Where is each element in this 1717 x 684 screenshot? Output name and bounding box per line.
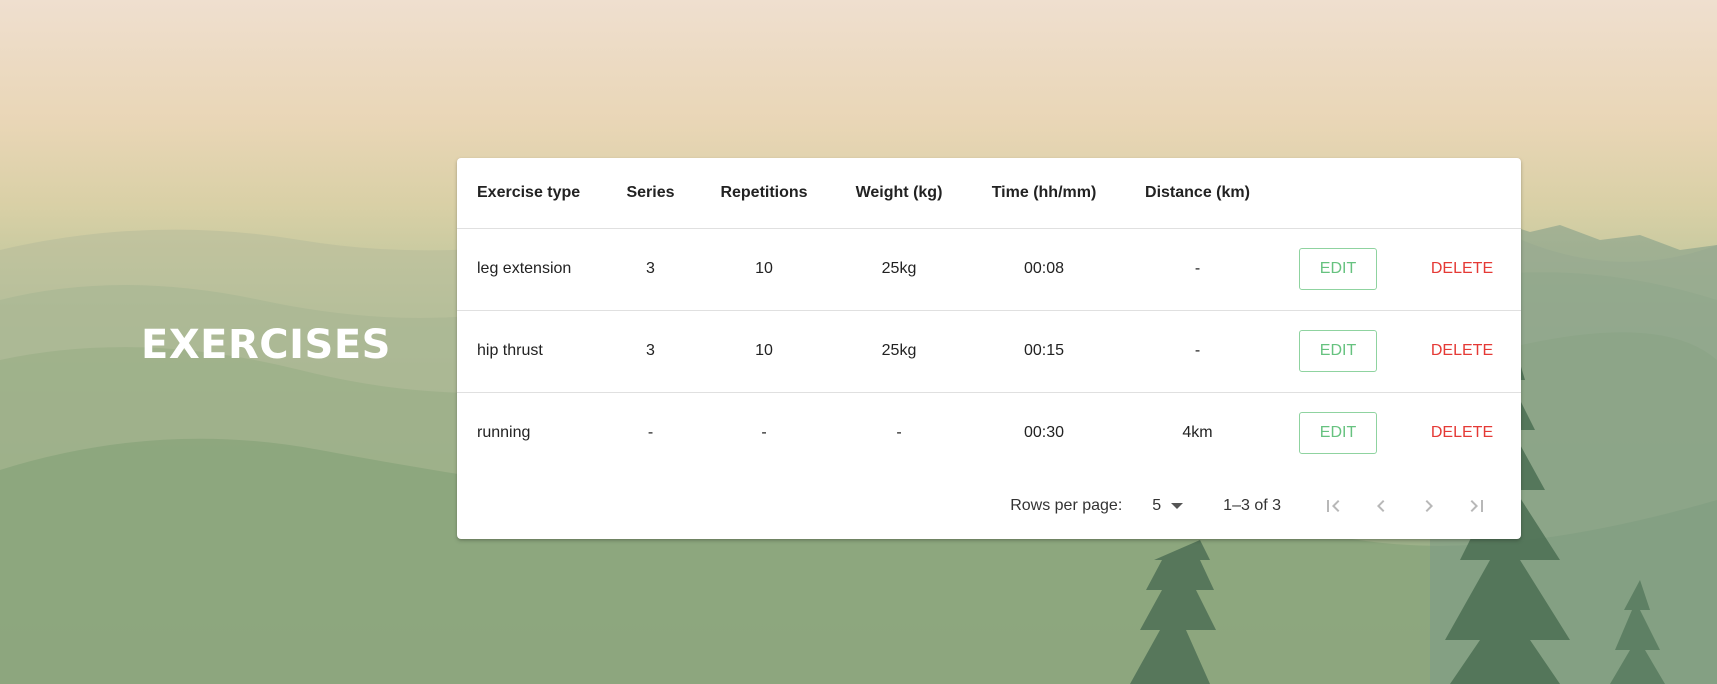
- cell-edit: EDIT: [1273, 310, 1403, 393]
- edit-button[interactable]: EDIT: [1299, 412, 1377, 455]
- last-page-icon: [1470, 500, 1483, 512]
- cell-distance: 4km: [1182, 424, 1213, 442]
- cell-delete: DELETE: [1403, 392, 1521, 474]
- cell-repetitions: 10: [696, 310, 832, 393]
- rows-per-page-select[interactable]: 5: [1152, 497, 1184, 515]
- cell-repetitions: 10: [696, 228, 832, 311]
- prev-page-icon: [1377, 500, 1385, 512]
- delete-button[interactable]: DELETE: [1422, 412, 1502, 454]
- cell-exercise-type: hip thrust: [457, 310, 605, 393]
- page-title: EXERCISES: [141, 322, 391, 368]
- cell-weight: 25kg: [832, 310, 966, 393]
- pagination-range: 1–3 of 3: [1223, 497, 1281, 514]
- cell-repetitions: -: [761, 424, 767, 442]
- cell-series: 3: [605, 228, 696, 311]
- header-time: Time (hh/mm): [966, 158, 1122, 229]
- next-page-icon: [1425, 500, 1433, 512]
- header-exercise-type: Exercise type: [457, 158, 605, 229]
- header-distance: Distance (km): [1122, 158, 1273, 229]
- first-page-button[interactable]: [1309, 482, 1357, 530]
- last-page-button[interactable]: [1453, 482, 1501, 530]
- dropdown-caret-icon: [1171, 503, 1184, 509]
- exercises-table: Exercise type Series Repetitions Weight …: [457, 158, 1521, 474]
- header-edit-column: [1273, 158, 1403, 229]
- table-row: hip thrust 3 10 25kg 00:15 - EDIT DELETE: [457, 310, 1521, 393]
- cell-distance: -: [1122, 228, 1273, 311]
- edit-button[interactable]: EDIT: [1299, 248, 1377, 290]
- cell-series: -: [647, 424, 654, 442]
- cell-weight: -: [896, 424, 902, 442]
- pagination-bar: Rows per page: 5 1–3 of 3: [457, 473, 1521, 539]
- header-repetitions: Repetitions: [696, 158, 832, 229]
- table-header-row: Exercise type Series Repetitions Weight …: [457, 158, 1521, 229]
- first-page-icon: [1327, 500, 1340, 512]
- cell-time: 00:15: [966, 310, 1122, 393]
- cell-time: 00:30: [1023, 424, 1065, 442]
- table-row: running - - - 00:30 4km EDIT DELETE: [457, 392, 1521, 474]
- previous-page-button[interactable]: [1357, 482, 1405, 530]
- header-weight: Weight (kg): [832, 158, 966, 229]
- cell-exercise-type: leg extension: [457, 228, 605, 311]
- table-row: leg extension 3 10 25kg 00:08 - EDIT DEL…: [457, 228, 1521, 311]
- cell-edit: EDIT: [1273, 392, 1403, 474]
- header-series: Series: [605, 158, 696, 229]
- header-delete-column: [1403, 158, 1521, 229]
- rows-per-page-value: 5: [1152, 497, 1162, 514]
- cell-series: 3: [605, 310, 696, 393]
- cell-delete: DELETE: [1403, 228, 1521, 311]
- cell-weight: 25kg: [832, 228, 966, 311]
- edit-button[interactable]: EDIT: [1299, 330, 1377, 372]
- exercises-table-card: Exercise type Series Repetitions Weight …: [457, 158, 1521, 539]
- delete-button[interactable]: DELETE: [1422, 330, 1502, 372]
- cell-exercise-type: running: [477, 424, 531, 442]
- rows-per-page-label: Rows per page:: [1010, 497, 1123, 514]
- delete-button[interactable]: DELETE: [1422, 248, 1502, 290]
- cell-time: 00:08: [966, 228, 1122, 311]
- cell-delete: DELETE: [1403, 310, 1521, 393]
- cell-edit: EDIT: [1273, 228, 1403, 311]
- next-page-button[interactable]: [1405, 482, 1453, 530]
- cell-distance: -: [1122, 310, 1273, 393]
